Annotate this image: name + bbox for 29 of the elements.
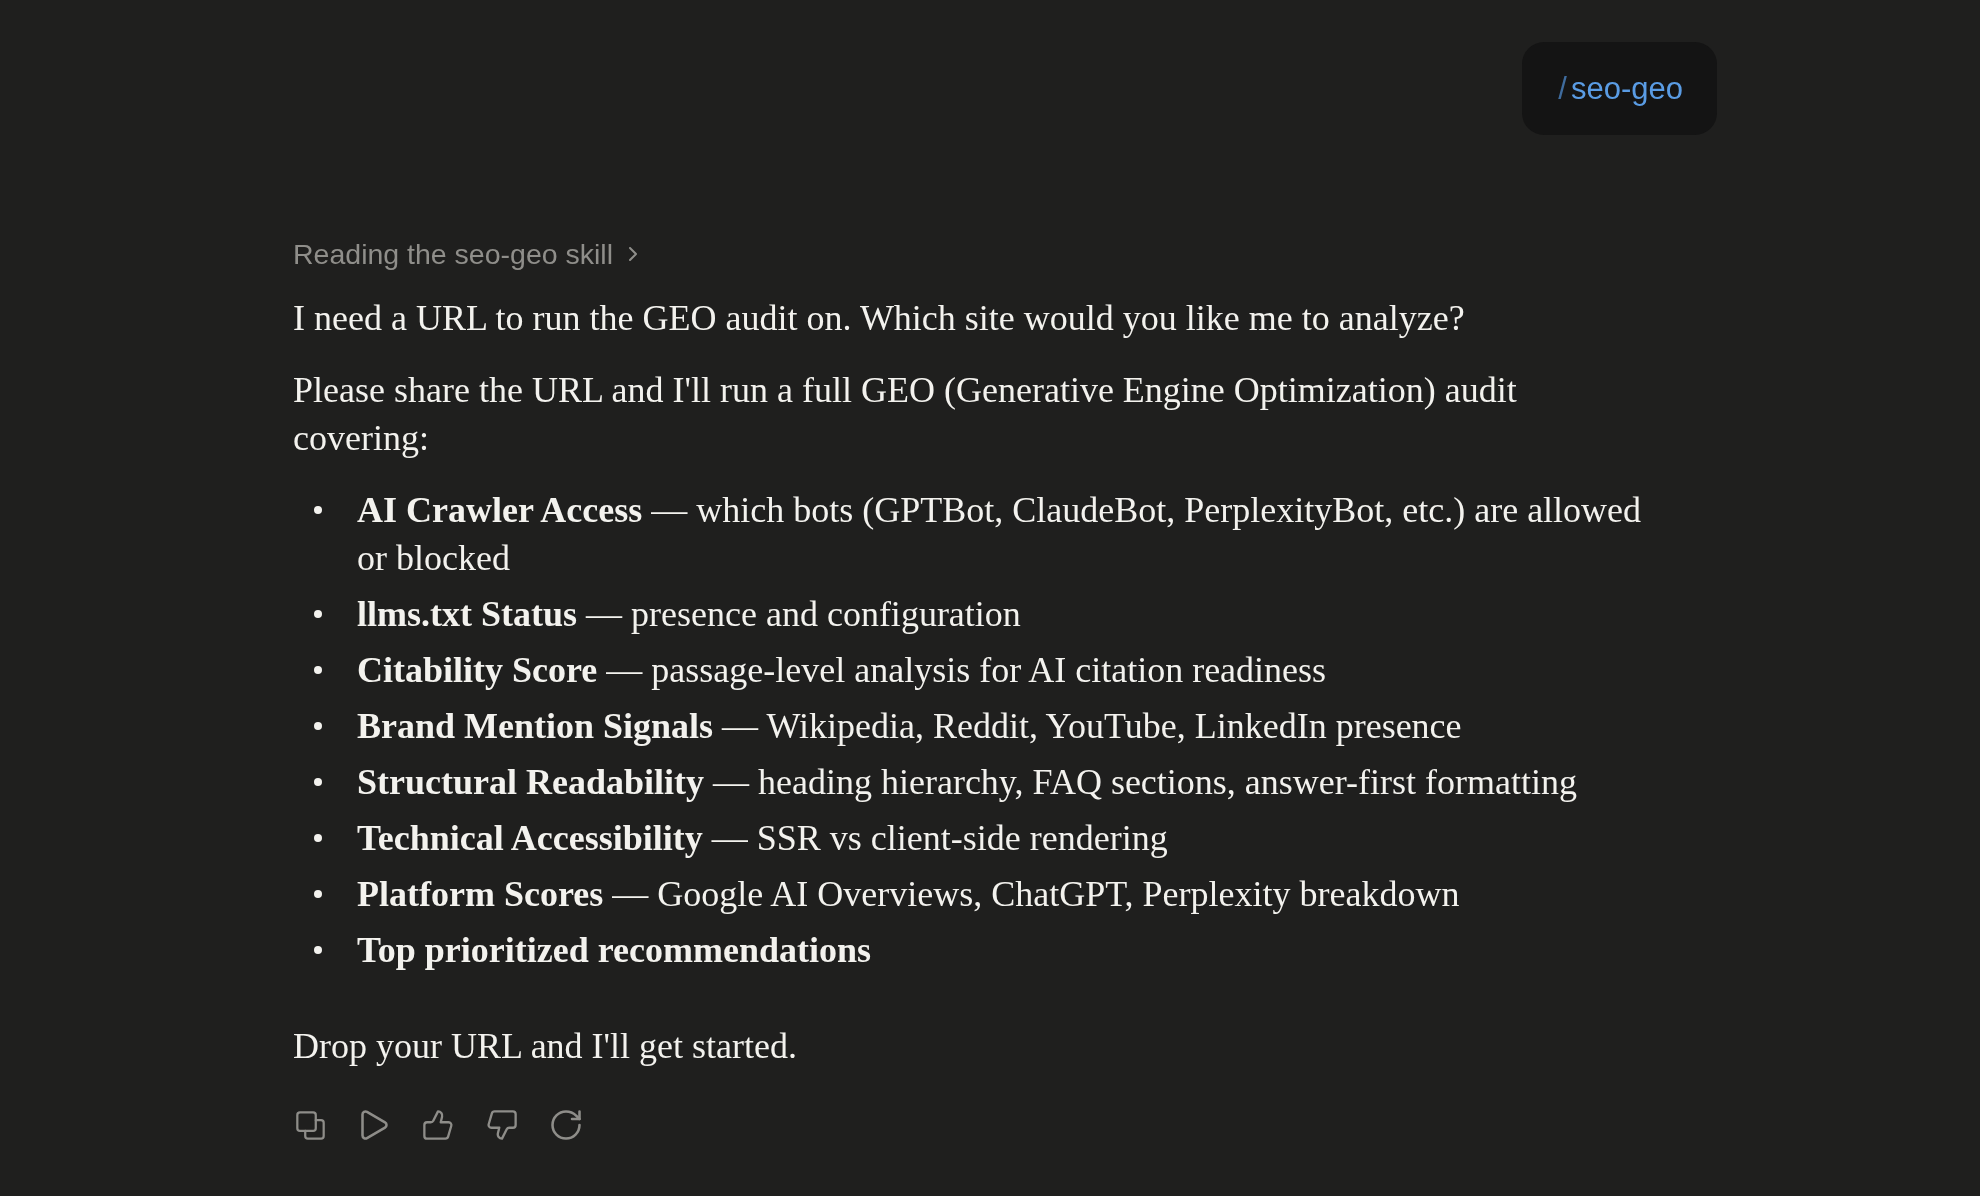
list-item-text: Citability Score — passage-level analysis for AI citation readiness bbox=[357, 649, 1328, 692]
message-paragraph: Please share the URL and I'll run a full GEO (Generative Engine Optimization) audit covering: bbox=[293, 369, 1518, 460]
thumbs-up-button[interactable] bbox=[421, 1108, 455, 1142]
thumbs-down-button[interactable] bbox=[485, 1108, 519, 1142]
bullet-icon bbox=[314, 890, 322, 898]
list-item-text: Structural Readability — heading hierarchy, FAQ sections, answer-first formatting bbox=[357, 761, 1579, 804]
list-item-text: Brand Mention Signals — Wikipedia, Reddit, YouTube, LinkedIn presence bbox=[357, 705, 1463, 748]
bullet-icon bbox=[314, 834, 322, 842]
bullet-icon bbox=[314, 722, 322, 730]
retry-button[interactable] bbox=[549, 1108, 583, 1142]
play-icon bbox=[360, 1110, 388, 1140]
bullet-icon bbox=[314, 778, 322, 786]
list-item-text: Technical Accessibility — SSR vs client-side rendering bbox=[357, 817, 1169, 860]
rotate-arrow-icon bbox=[551, 1110, 581, 1140]
bullet-icon bbox=[314, 506, 322, 514]
slash-command: /seo-geo bbox=[1558, 69, 1683, 108]
list-item-text: Top prioritized recommendations bbox=[357, 929, 872, 972]
copy-button[interactable] bbox=[293, 1108, 327, 1142]
bullet-icon bbox=[314, 610, 322, 618]
copy-icon bbox=[295, 1110, 325, 1140]
reasoning-toggle[interactable]: Reading the seo-geo skill bbox=[293, 236, 638, 272]
thumbs-up-icon bbox=[423, 1110, 453, 1140]
list-item-text: llms.txt Status — presence and configuration bbox=[357, 593, 1022, 636]
list-item-text: Platform Scores — Google AI Overviews, ChatGPT, Perplexity breakdown bbox=[357, 873, 1461, 916]
thumbs-down-icon bbox=[487, 1110, 517, 1140]
message-paragraph: Drop your URL and I'll get started. bbox=[293, 1025, 799, 1068]
bullet-icon bbox=[314, 946, 322, 954]
message-paragraph: I need a URL to run the GEO audit on. Which site would you like me to analyze? bbox=[293, 297, 1466, 340]
bullet-icon bbox=[314, 666, 322, 674]
